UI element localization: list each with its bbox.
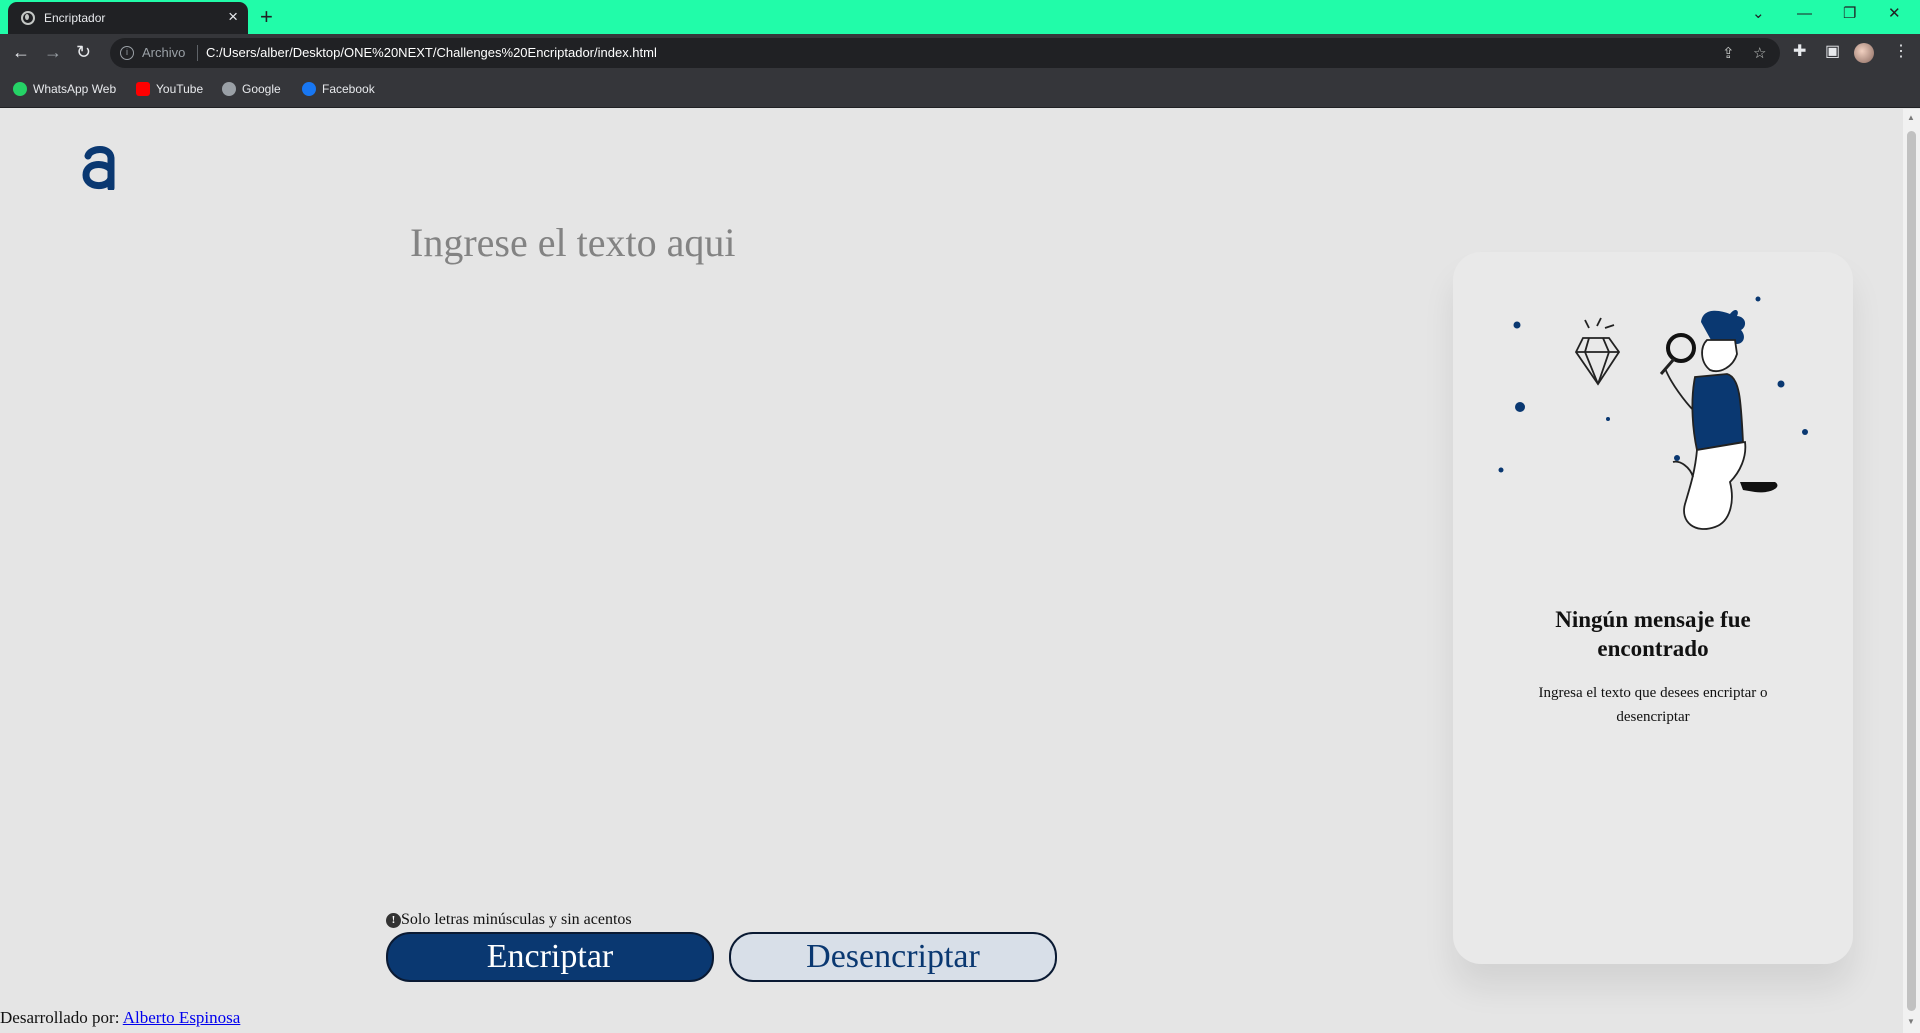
hint-text: ! Solo letras minúsculas y sin acentos [386,911,632,929]
decrypt-button[interactable]: Desencriptar [729,932,1057,982]
globe-icon [21,11,35,25]
logo-icon [82,146,115,190]
facebook-icon [302,82,316,96]
url-text[interactable]: C:/Users/alber/Desktop/ONE%20NEXT/Challe… [206,45,657,60]
share-icon[interactable]: ⇪ [1722,44,1735,62]
scroll-down-icon[interactable]: ▼ [1907,1017,1915,1026]
new-tab-icon[interactable]: + [260,3,273,31]
youtube-icon [136,82,150,96]
omnibox-divider [197,45,198,61]
info-icon: ! [386,913,401,928]
bookmark-whatsapp[interactable]: WhatsApp Web [13,82,116,96]
person-with-magnifier-illustration [1498,296,1808,530]
tab-search-icon[interactable]: ⌄ [1752,4,1765,24]
profile-avatar[interactable] [1854,43,1874,63]
scroll-thumb[interactable] [1907,131,1916,1011]
address-bar[interactable]: i Archivo C:/Users/alber/Desktop/ONE%20N… [110,38,1780,68]
extensions-icon[interactable]: ✚ [1793,42,1806,62]
footer: Desarrollado por: Alberto Espinosa [0,1008,240,1028]
menu-icon[interactable]: ⋮ [1893,42,1909,62]
tab-title: Encriptador [44,11,106,25]
hint-label: Solo letras minúsculas y sin acentos [401,911,632,928]
tab-strip: Encriptador × + ⌄ — ❐ ✕ [0,0,1920,34]
omnibox-label: Archivo [142,45,186,60]
restore-icon[interactable]: ❐ [1843,4,1856,24]
footer-prefix: Desarrollado por: [0,1008,123,1027]
card-title: Ningún mensaje fue encontrado [1555,607,1751,661]
bookmark-youtube[interactable]: YouTube [136,82,203,96]
browser-toolbar: ← → ↻ i Archivo C:/Users/alber/Desktop/O… [0,34,1920,72]
forward-icon[interactable]: → [44,42,62,62]
bookmark-star-icon[interactable]: ☆ [1753,44,1766,62]
text-input[interactable] [410,219,1310,719]
page-content: !Solo letras minúsculas y sin acentos En… [0,109,1903,1033]
whatsapp-icon [13,82,27,96]
bookmarks-bar: WhatsApp Web YouTube Google Facebook [0,72,1920,108]
close-tab-icon[interactable]: × [228,7,238,27]
card-description: Ingresa el texto que desees encriptar o … [1538,685,1768,725]
page-scrollbar[interactable]: ▲ ▼ [1903,109,1920,1033]
bookmark-facebook[interactable]: Facebook [302,82,375,96]
side-panel-icon[interactable]: ▣ [1825,42,1840,62]
close-window-icon[interactable]: ✕ [1888,4,1901,24]
bookmark-google[interactable]: Google [222,82,281,96]
browser-tab[interactable]: Encriptador × [8,2,248,34]
scroll-up-icon[interactable]: ▲ [1907,113,1915,122]
author-link[interactable]: Alberto Espinosa [123,1008,241,1027]
minimize-icon[interactable]: — [1797,4,1812,24]
google-icon [222,82,236,96]
info-icon[interactable]: i [120,46,134,60]
encrypt-button[interactable]: Encriptar [386,932,714,982]
reload-icon[interactable]: ↻ [76,42,91,62]
back-icon[interactable]: ← [12,42,30,62]
result-card: Ningún mensaje fue encontrado Ingresa el… [1453,252,1853,964]
